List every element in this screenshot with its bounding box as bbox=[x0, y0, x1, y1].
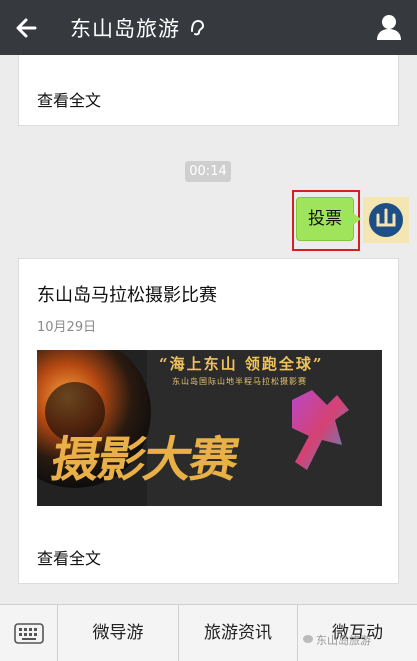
read-more-link[interactable]: 查看全文 bbox=[37, 87, 101, 111]
page-title: 东山岛旅游 bbox=[70, 17, 180, 41]
read-more-link[interactable]: 查看全文 bbox=[37, 545, 101, 569]
article-title[interactable]: 东山岛马拉松摄影比赛 bbox=[37, 281, 217, 307]
previous-article-card[interactable]: 查看全文 bbox=[18, 55, 399, 126]
sent-message-bubble[interactable]: 投票 bbox=[296, 197, 361, 241]
article-cover-image[interactable]: “海上东山 领跑全球” 东山岛国际山地半程马拉松摄影赛 摄影大赛 bbox=[37, 350, 382, 506]
back-button[interactable] bbox=[10, 12, 44, 44]
article-date: 10月29日 bbox=[37, 320, 97, 335]
back-arrow-icon bbox=[16, 18, 37, 38]
ear-icon bbox=[191, 19, 205, 36]
keyboard-toggle-button[interactable] bbox=[0, 605, 58, 661]
wechat-watermark-icon bbox=[303, 635, 313, 643]
avatar[interactable] bbox=[363, 197, 409, 243]
user-icon bbox=[377, 15, 401, 40]
menu-item-guide[interactable]: 微导游 bbox=[58, 605, 179, 661]
avatar-logo-icon bbox=[369, 203, 403, 237]
image-slogan: “海上东山 领跑全球” bbox=[159, 355, 324, 373]
keyboard-icon bbox=[14, 623, 44, 644]
article-card[interactable]: 东山岛马拉松摄影比赛 10月29日 “海上东山 领跑全球” 东山岛国际山地半程马… bbox=[18, 258, 399, 584]
watermark-text: 东山岛旅游 bbox=[316, 634, 371, 647]
image-headline: 摄影大赛 bbox=[47, 432, 242, 488]
timestamp-badge: 00:14 bbox=[185, 161, 231, 182]
title-bar: 东山岛旅游 bbox=[0, 0, 417, 55]
profile-button[interactable] bbox=[372, 10, 406, 44]
menu-item-news[interactable]: 旅游资讯 bbox=[179, 605, 298, 661]
image-subtitle: 东山岛国际山地半程马拉松摄影赛 bbox=[172, 377, 307, 386]
